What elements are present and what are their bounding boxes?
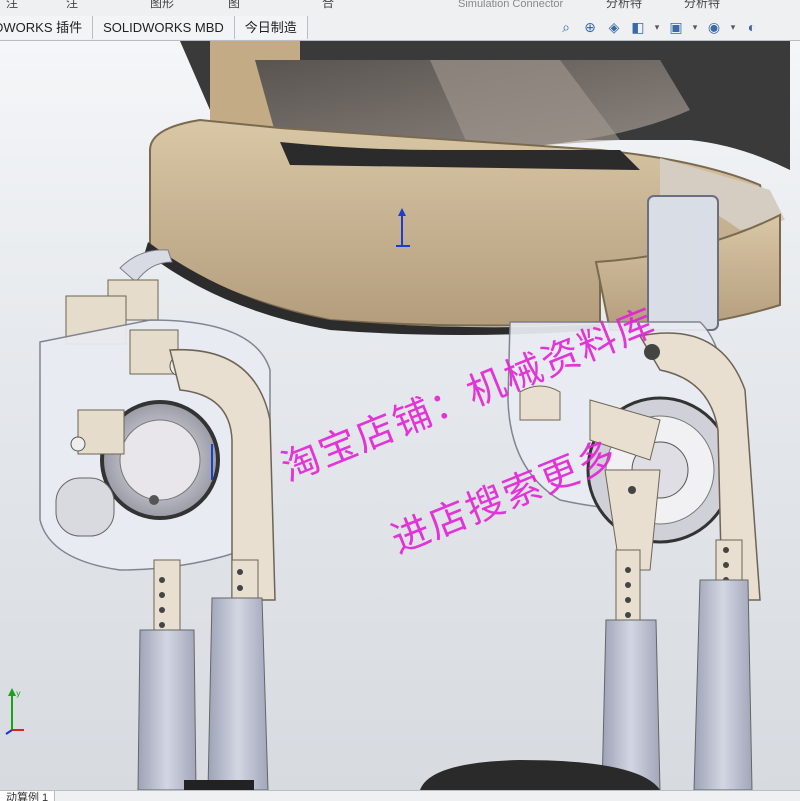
svg-text:y: y [16, 689, 21, 698]
display-style-icon[interactable]: ▣ [666, 17, 686, 37]
command-manager: 注 注 图形 图 合 分析特 分析特 Simulation Connector … [0, 0, 800, 41]
bottom-study-tabs: 动算例 1 [0, 790, 800, 801]
menu-fragment[interactable]: 注 [66, 0, 78, 11]
menu-fragment[interactable]: 分析特 [684, 0, 720, 11]
tab-today-manufacturing[interactable]: 今日制造 [234, 16, 308, 39]
menu-fragment[interactable]: 图形 [150, 0, 174, 11]
menu-fragment[interactable]: 分析特 [606, 0, 642, 11]
menu-fragment[interactable]: 图 [228, 0, 240, 11]
waist-belt [145, 41, 790, 335]
tab-solidworks-mbd[interactable]: SOLIDWORKS MBD [93, 16, 235, 39]
chevron-down-icon[interactable]: ▾ [690, 17, 700, 37]
heads-up-toolbar: ⌕ ⊕ ◈ ◧ ▾ ▣ ▾ ◉ ▾ ◐ [556, 14, 762, 40]
view-orientation-icon[interactable]: ◧ [628, 17, 648, 37]
command-tabs: DWORKS 插件 SOLIDWORKS MBD 今日制造 [0, 16, 308, 40]
chevron-down-icon[interactable]: ▾ [652, 17, 662, 37]
menu-fragment[interactable]: 合 [322, 0, 334, 11]
tab-motion-study[interactable]: 动算例 1 [0, 791, 56, 801]
left-leg-struts [137, 559, 269, 790]
simulation-connector-label: Simulation Connector [458, 0, 564, 10]
appearance-icon[interactable]: ◐ [742, 17, 762, 37]
zoom-fit-icon[interactable]: ⌕ [556, 17, 576, 37]
graphics-viewport[interactable]: 淘宝店铺：机械资料库 进店搜索更多 [0, 41, 800, 790]
menu-strip: 注 注 图形 图 合 分析特 分析特 [0, 0, 800, 14]
right-leg-struts [420, 539, 753, 790]
tab-solidworks-addins[interactable]: DWORKS 插件 [0, 16, 94, 39]
chevron-down-icon[interactable]: ▾ [728, 17, 738, 37]
zoom-area-icon[interactable]: ⊕ [580, 17, 600, 37]
hide-show-icon[interactable]: ◉ [704, 17, 724, 37]
coordinate-triad-icon: y [5, 688, 24, 735]
menu-fragment[interactable]: 注 [6, 0, 18, 11]
section-view-icon[interactable]: ◈ [604, 17, 624, 37]
